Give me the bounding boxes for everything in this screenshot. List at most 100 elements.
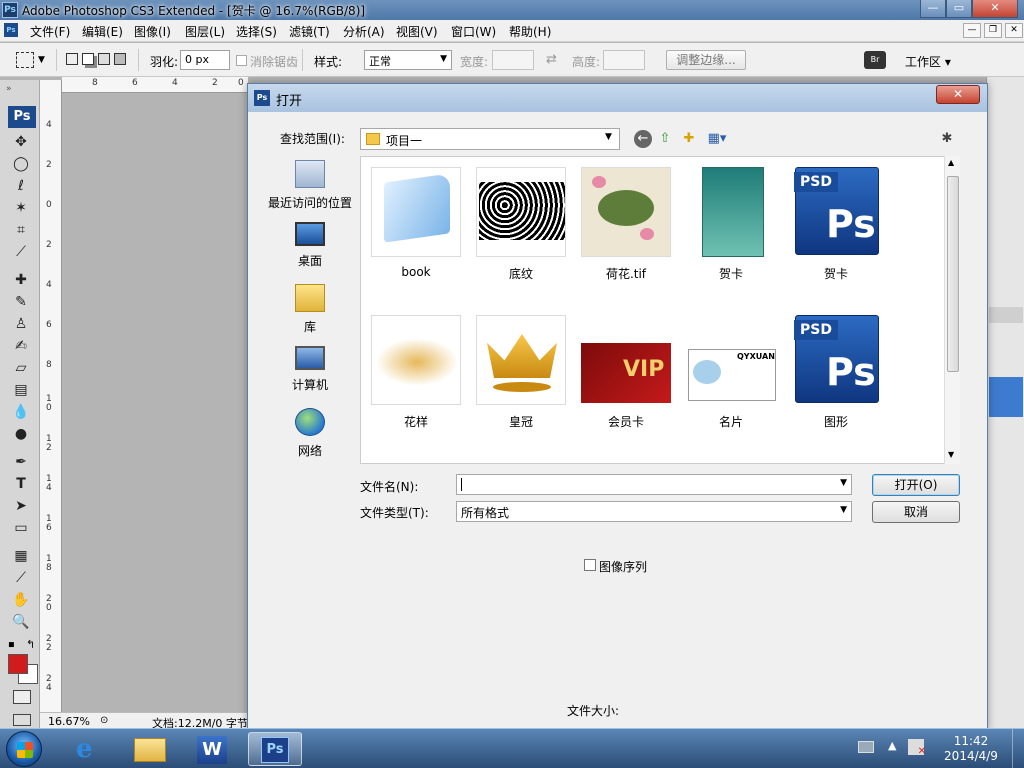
taskbar-ie[interactable]: e [64,732,118,766]
file-item[interactable]: QYXUAN 名片 [681,315,781,430]
show-desktop-button[interactable] [1012,729,1024,768]
bridge-folder-icon[interactable]: ✱ [938,130,956,148]
doc-minimize-button[interactable]: — [963,23,981,38]
menu-layer[interactable]: 图层(L) [185,23,225,40]
file-item[interactable]: 底纹 [471,167,571,282]
blur-tool-icon[interactable]: 💧 [11,402,31,422]
eyedropper-icon[interactable]: ⟋ [11,568,31,588]
file-name-input[interactable]: ▼ [456,474,852,495]
place-recent[interactable]: 最近访问的位置 [264,160,356,211]
brush-tool-icon[interactable]: ✎ [11,292,31,312]
look-in-select[interactable]: 项目一 ▼ [360,128,620,150]
width-input[interactable] [492,50,534,70]
swap-icon[interactable]: ⇄ [546,52,557,67]
image-sequence-checkbox[interactable] [584,559,596,571]
foreground-color-swatch[interactable] [8,654,28,674]
file-list-scrollbar[interactable]: ▲ ▼ [944,156,960,464]
status-menu-icon[interactable]: ⊙ [100,715,108,726]
default-colors-icon[interactable]: ◾ [8,640,15,650]
open-button[interactable]: 打开(O) [872,474,960,496]
start-button[interactable] [6,731,42,767]
file-item[interactable]: 花样 [366,315,466,430]
file-item[interactable]: VIP 会员卡 [576,315,676,430]
height-input[interactable] [603,50,645,70]
workspace-button[interactable]: 工作区 ▾ [905,53,951,70]
magic-wand-icon[interactable]: ✶ [11,198,31,218]
menu-analysis[interactable]: 分析(A) [343,23,385,40]
scroll-up-icon[interactable]: ▲ [948,158,954,167]
type-tool-icon[interactable]: T [11,474,31,494]
hand-tool-icon[interactable]: ✋ [11,590,31,610]
refine-edge-button[interactable]: 调整边缘... [666,50,746,70]
menu-file[interactable]: 文件(F) [30,23,70,40]
style-select[interactable]: 正常 ▼ [364,50,452,70]
dodge-tool-icon[interactable]: ● [11,424,31,444]
collapse-arrows-icon[interactable]: » [6,84,12,94]
panel-header[interactable] [989,307,1023,323]
subtract-selection-icon[interactable] [98,53,110,65]
antialias-checkbox[interactable] [236,55,247,66]
elliptical-marquee-icon[interactable]: ◯ [11,154,31,174]
feather-input[interactable]: 0 px [180,50,230,70]
menu-edit[interactable]: 编辑(E) [82,23,123,40]
back-icon[interactable]: ← [634,130,652,148]
file-item[interactable]: book [366,167,466,279]
bridge-icon[interactable]: Br [864,51,886,69]
clone-stamp-icon[interactable]: ♙ [11,314,31,334]
swap-colors-icon[interactable]: ↰ [26,638,35,651]
menu-help[interactable]: 帮助(H) [509,23,551,40]
notes-tool-icon[interactable]: ▦ [11,546,31,566]
chevron-down-icon[interactable]: ▼ [38,55,45,65]
healing-brush-icon[interactable]: ✚ [11,270,31,290]
keyboard-icon[interactable] [858,741,874,753]
menu-image[interactable]: 图像(I) [134,23,171,40]
canvas-area[interactable] [63,93,248,712]
up-folder-icon[interactable]: ⇧ [656,130,674,148]
zoom-tool-icon[interactable]: 🔍 [11,612,31,632]
move-tool-icon[interactable]: ✥ [11,132,31,152]
view-menu-icon[interactable]: ▦▾ [704,130,730,148]
place-desktop[interactable]: 桌面 [264,222,356,269]
history-brush-icon[interactable]: ✍ [11,336,31,356]
zoom-level[interactable]: 16.67% [48,715,90,728]
chevron-down-icon[interactable]: ▼ [840,478,847,488]
menu-select[interactable]: 选择(S) [236,23,277,40]
slice-tool-icon[interactable]: ⟋ [11,242,31,262]
gradient-tool-icon[interactable]: ▤ [11,380,31,400]
close-window-button[interactable]: ✕ [972,0,1018,18]
document-icon[interactable]: Ps [4,23,18,37]
minimize-button[interactable]: — [920,0,946,18]
menu-filter[interactable]: 滤镜(T) [289,23,330,40]
crop-tool-icon[interactable]: ⌗ [11,220,31,240]
marquee-preset-icon[interactable] [16,52,34,68]
taskbar-explorer[interactable] [124,732,178,766]
file-item[interactable]: 荷花.tif [576,167,676,282]
maximize-button[interactable]: ▭ [946,0,972,18]
intersect-selection-icon[interactable] [114,53,126,65]
rectangle-tool-icon[interactable]: ▭ [11,518,31,538]
place-network[interactable]: 网络 [264,408,356,459]
taskbar-word[interactable]: W [186,732,240,766]
file-type-select[interactable]: 所有格式 ▼ [456,501,852,522]
system-clock[interactable]: 11:42 2014/4/9 [936,734,1006,764]
panel-selection[interactable] [989,377,1023,417]
quick-mask-icon[interactable] [13,690,31,704]
eraser-tool-icon[interactable]: ▱ [11,358,31,378]
path-selection-icon[interactable]: ➤ [11,496,31,516]
file-item[interactable]: 贺卡 [681,167,781,282]
file-item[interactable]: PSD Ps 图形 [786,315,886,430]
doc-restore-button[interactable]: ❐ [984,23,1002,38]
menu-view[interactable]: 视图(V) [396,23,438,40]
doc-close-button[interactable]: ✕ [1005,23,1023,38]
place-computer[interactable]: 计算机 [264,346,356,393]
screen-mode-icon[interactable] [13,714,31,726]
new-folder-icon[interactable]: ✚ [680,130,698,148]
file-item[interactable]: 皇冠 [471,315,571,430]
new-selection-icon[interactable] [66,53,78,65]
add-selection-icon[interactable] [82,53,94,65]
taskbar-photoshop[interactable]: Ps [248,732,302,766]
cancel-button[interactable]: 取消 [872,501,960,523]
lasso-tool-icon[interactable]: ℓ [11,176,31,196]
file-item[interactable]: PSD Ps 贺卡 [786,167,886,282]
dialog-close-button[interactable]: ✕ [936,85,980,104]
